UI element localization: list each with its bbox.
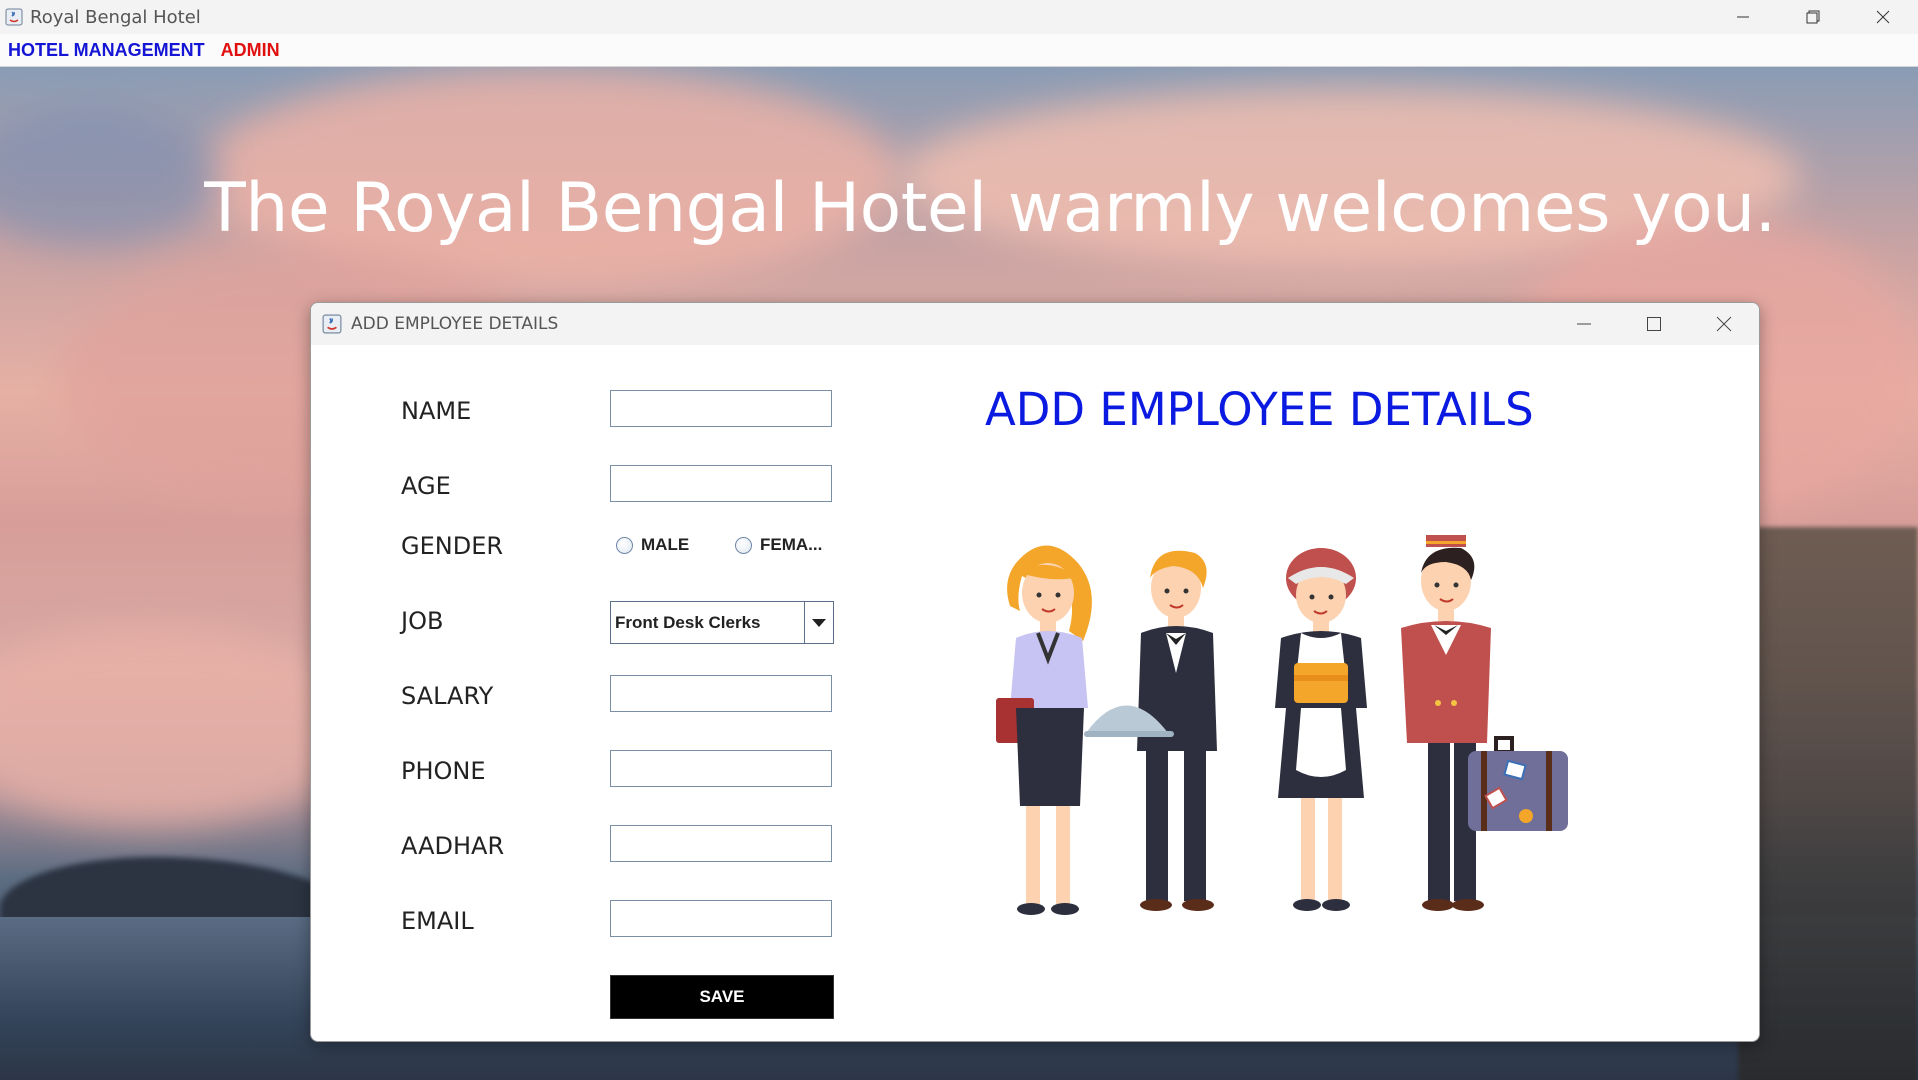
- dialog-minimize-button[interactable]: [1549, 303, 1619, 345]
- maximize-icon: [1647, 317, 1661, 331]
- close-icon: [1716, 316, 1732, 332]
- menubar: HOTEL MANAGEMENT ADMIN: [0, 34, 1918, 67]
- gender-male-radio[interactable]: MALE: [616, 535, 689, 555]
- dialog-title: ADD EMPLOYEE DETAILS: [351, 314, 559, 334]
- age-input[interactable]: [610, 465, 832, 502]
- save-button[interactable]: SAVE: [610, 975, 834, 1019]
- add-employee-dialog: ADD EMPLOYEE DETAILS NAME AGE GENDER MAL…: [310, 302, 1760, 1042]
- minimize-icon: [1737, 16, 1749, 18]
- window-titlebar: Royal Bengal Hotel: [0, 0, 1918, 34]
- salary-label: SALARY: [401, 682, 494, 710]
- email-label: EMAIL: [401, 907, 474, 935]
- gender-female-radio[interactable]: FEMA...: [735, 535, 822, 555]
- java-icon: [4, 7, 24, 27]
- name-label: NAME: [401, 397, 472, 425]
- aadhar-label: AADHAR: [401, 832, 505, 860]
- hotel-staff-illustration: [996, 535, 1568, 915]
- dialog-maximize-button[interactable]: [1619, 303, 1689, 345]
- close-button[interactable]: [1848, 0, 1918, 34]
- phone-label: PHONE: [401, 757, 486, 785]
- restore-icon: [1806, 10, 1820, 24]
- job-dropdown-value: Front Desk Clerks: [615, 612, 761, 632]
- waitress-figure: [996, 545, 1092, 915]
- java-icon: [321, 313, 343, 335]
- minimize-button[interactable]: [1708, 0, 1778, 34]
- dialog-titlebar: ADD EMPLOYEE DETAILS: [311, 303, 1759, 345]
- aadhar-input[interactable]: [610, 825, 832, 862]
- dialog-close-button[interactable]: [1689, 303, 1759, 345]
- gender-female-label: FEMA...: [760, 535, 823, 554]
- maid-figure: [1275, 548, 1367, 911]
- salary-input[interactable]: [610, 675, 832, 712]
- window-title: Royal Bengal Hotel: [30, 6, 201, 28]
- email-input[interactable]: [610, 900, 832, 937]
- radio-icon: [616, 536, 633, 554]
- bellhop-figure: [1401, 535, 1568, 911]
- name-input[interactable]: [610, 390, 832, 427]
- menu-admin[interactable]: ADMIN: [213, 40, 288, 61]
- radio-icon: [735, 536, 752, 554]
- age-label: AGE: [401, 472, 451, 500]
- welcome-text: The Royal Bengal Hotel warmly welcomes y…: [204, 169, 1776, 248]
- waiter-figure: [1084, 550, 1217, 911]
- job-dropdown[interactable]: Front Desk Clerks: [610, 601, 834, 644]
- minimize-icon: [1577, 323, 1591, 325]
- gender-label: GENDER: [401, 532, 504, 560]
- close-icon: [1876, 10, 1890, 24]
- phone-input[interactable]: [610, 750, 832, 787]
- restore-button[interactable]: [1778, 0, 1848, 34]
- chevron-down-icon[interactable]: [804, 602, 833, 643]
- gender-male-label: MALE: [641, 535, 690, 554]
- menu-hotel-management[interactable]: HOTEL MANAGEMENT: [0, 40, 213, 61]
- page-title: ADD EMPLOYEE DETAILS: [985, 383, 1534, 436]
- job-label: JOB: [401, 607, 444, 635]
